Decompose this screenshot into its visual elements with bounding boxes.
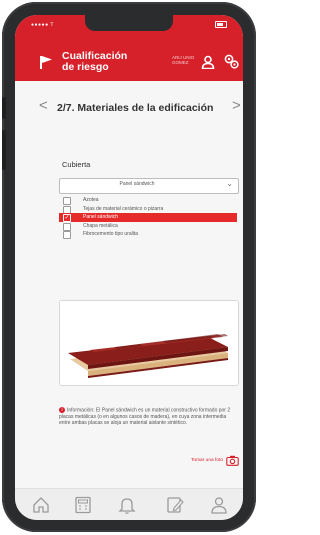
- notch: [85, 15, 173, 31]
- app-title-line2: de riesgo: [62, 61, 109, 73]
- option-label: Tejas de material cerámico o pizarra: [83, 205, 164, 212]
- cubierta-select[interactable]: Panel sándwich ⌄: [59, 178, 239, 194]
- camera-icon[interactable]: [226, 455, 239, 466]
- section-title: 2/7. Materiales de la edificación: [57, 102, 214, 114]
- chevron-down-icon: ⌄: [226, 179, 233, 188]
- home-icon[interactable]: [31, 495, 51, 515]
- take-photo-button[interactable]: Tomar una foto: [155, 455, 243, 467]
- options-list: Azotea Tejas de material cerámico o piza…: [59, 196, 243, 240]
- select-value: Panel sándwich: [119, 181, 155, 187]
- field-label: Cubierta: [62, 160, 91, 169]
- gear-icon[interactable]: [223, 53, 240, 70]
- edit-icon[interactable]: [165, 495, 185, 515]
- option-label: Fibrocemento tipo uralita: [83, 231, 139, 238]
- user-name-line2: GOMEZ: [172, 60, 189, 65]
- sandwich-panel-illustration: [60, 301, 238, 385]
- prev-step-button[interactable]: <: [39, 97, 48, 114]
- bell-icon[interactable]: [117, 495, 137, 515]
- next-step-button[interactable]: >: [232, 97, 241, 114]
- carrier-signal: ●●●●● T: [31, 22, 54, 28]
- user-icon[interactable]: [201, 55, 215, 69]
- profile-icon[interactable]: [209, 495, 229, 515]
- volume-button: [2, 97, 6, 119]
- app-title: Cualificación de riesgo: [62, 51, 127, 73]
- option-fibrocemento[interactable]: Fibrocemento tipo uralita: [59, 230, 243, 240]
- info-icon: i: [59, 407, 65, 413]
- screen: ●●●●● T Cualificación de riesgo ARIJ UNI…: [15, 15, 243, 520]
- user-name: ARIJ UNIO GOMEZ: [172, 55, 194, 65]
- option-chapa-metalica[interactable]: Chapa metálica: [59, 222, 243, 231]
- phone-frame: ●●●●● T Cualificación de riesgo ARIJ UNI…: [2, 2, 256, 532]
- bottom-tab-bar: [15, 488, 243, 520]
- take-photo-label: Tomar una foto: [191, 458, 223, 463]
- option-label: Azotea: [83, 197, 99, 203]
- option-label: Panel sándwich: [83, 214, 119, 221]
- option-tejas[interactable]: Tejas de material cerámico o pizarra: [59, 205, 243, 214]
- material-image: [59, 300, 239, 386]
- battery-icon: [215, 21, 227, 28]
- volume-button: [2, 130, 6, 170]
- calculator-icon[interactable]: [73, 495, 93, 515]
- info-text: i Información: El Panel sándwich es un ma…: [59, 407, 237, 426]
- checkbox[interactable]: [63, 231, 71, 240]
- info-body: Información: El Panel sándwich es un mat…: [59, 407, 231, 426]
- option-panel-sandwich[interactable]: ✓ Panel sándwich: [59, 213, 237, 223]
- option-label: Chapa metálica: [83, 222, 118, 229]
- flag-icon: [40, 56, 52, 69]
- option-azotea[interactable]: Azotea: [59, 196, 243, 205]
